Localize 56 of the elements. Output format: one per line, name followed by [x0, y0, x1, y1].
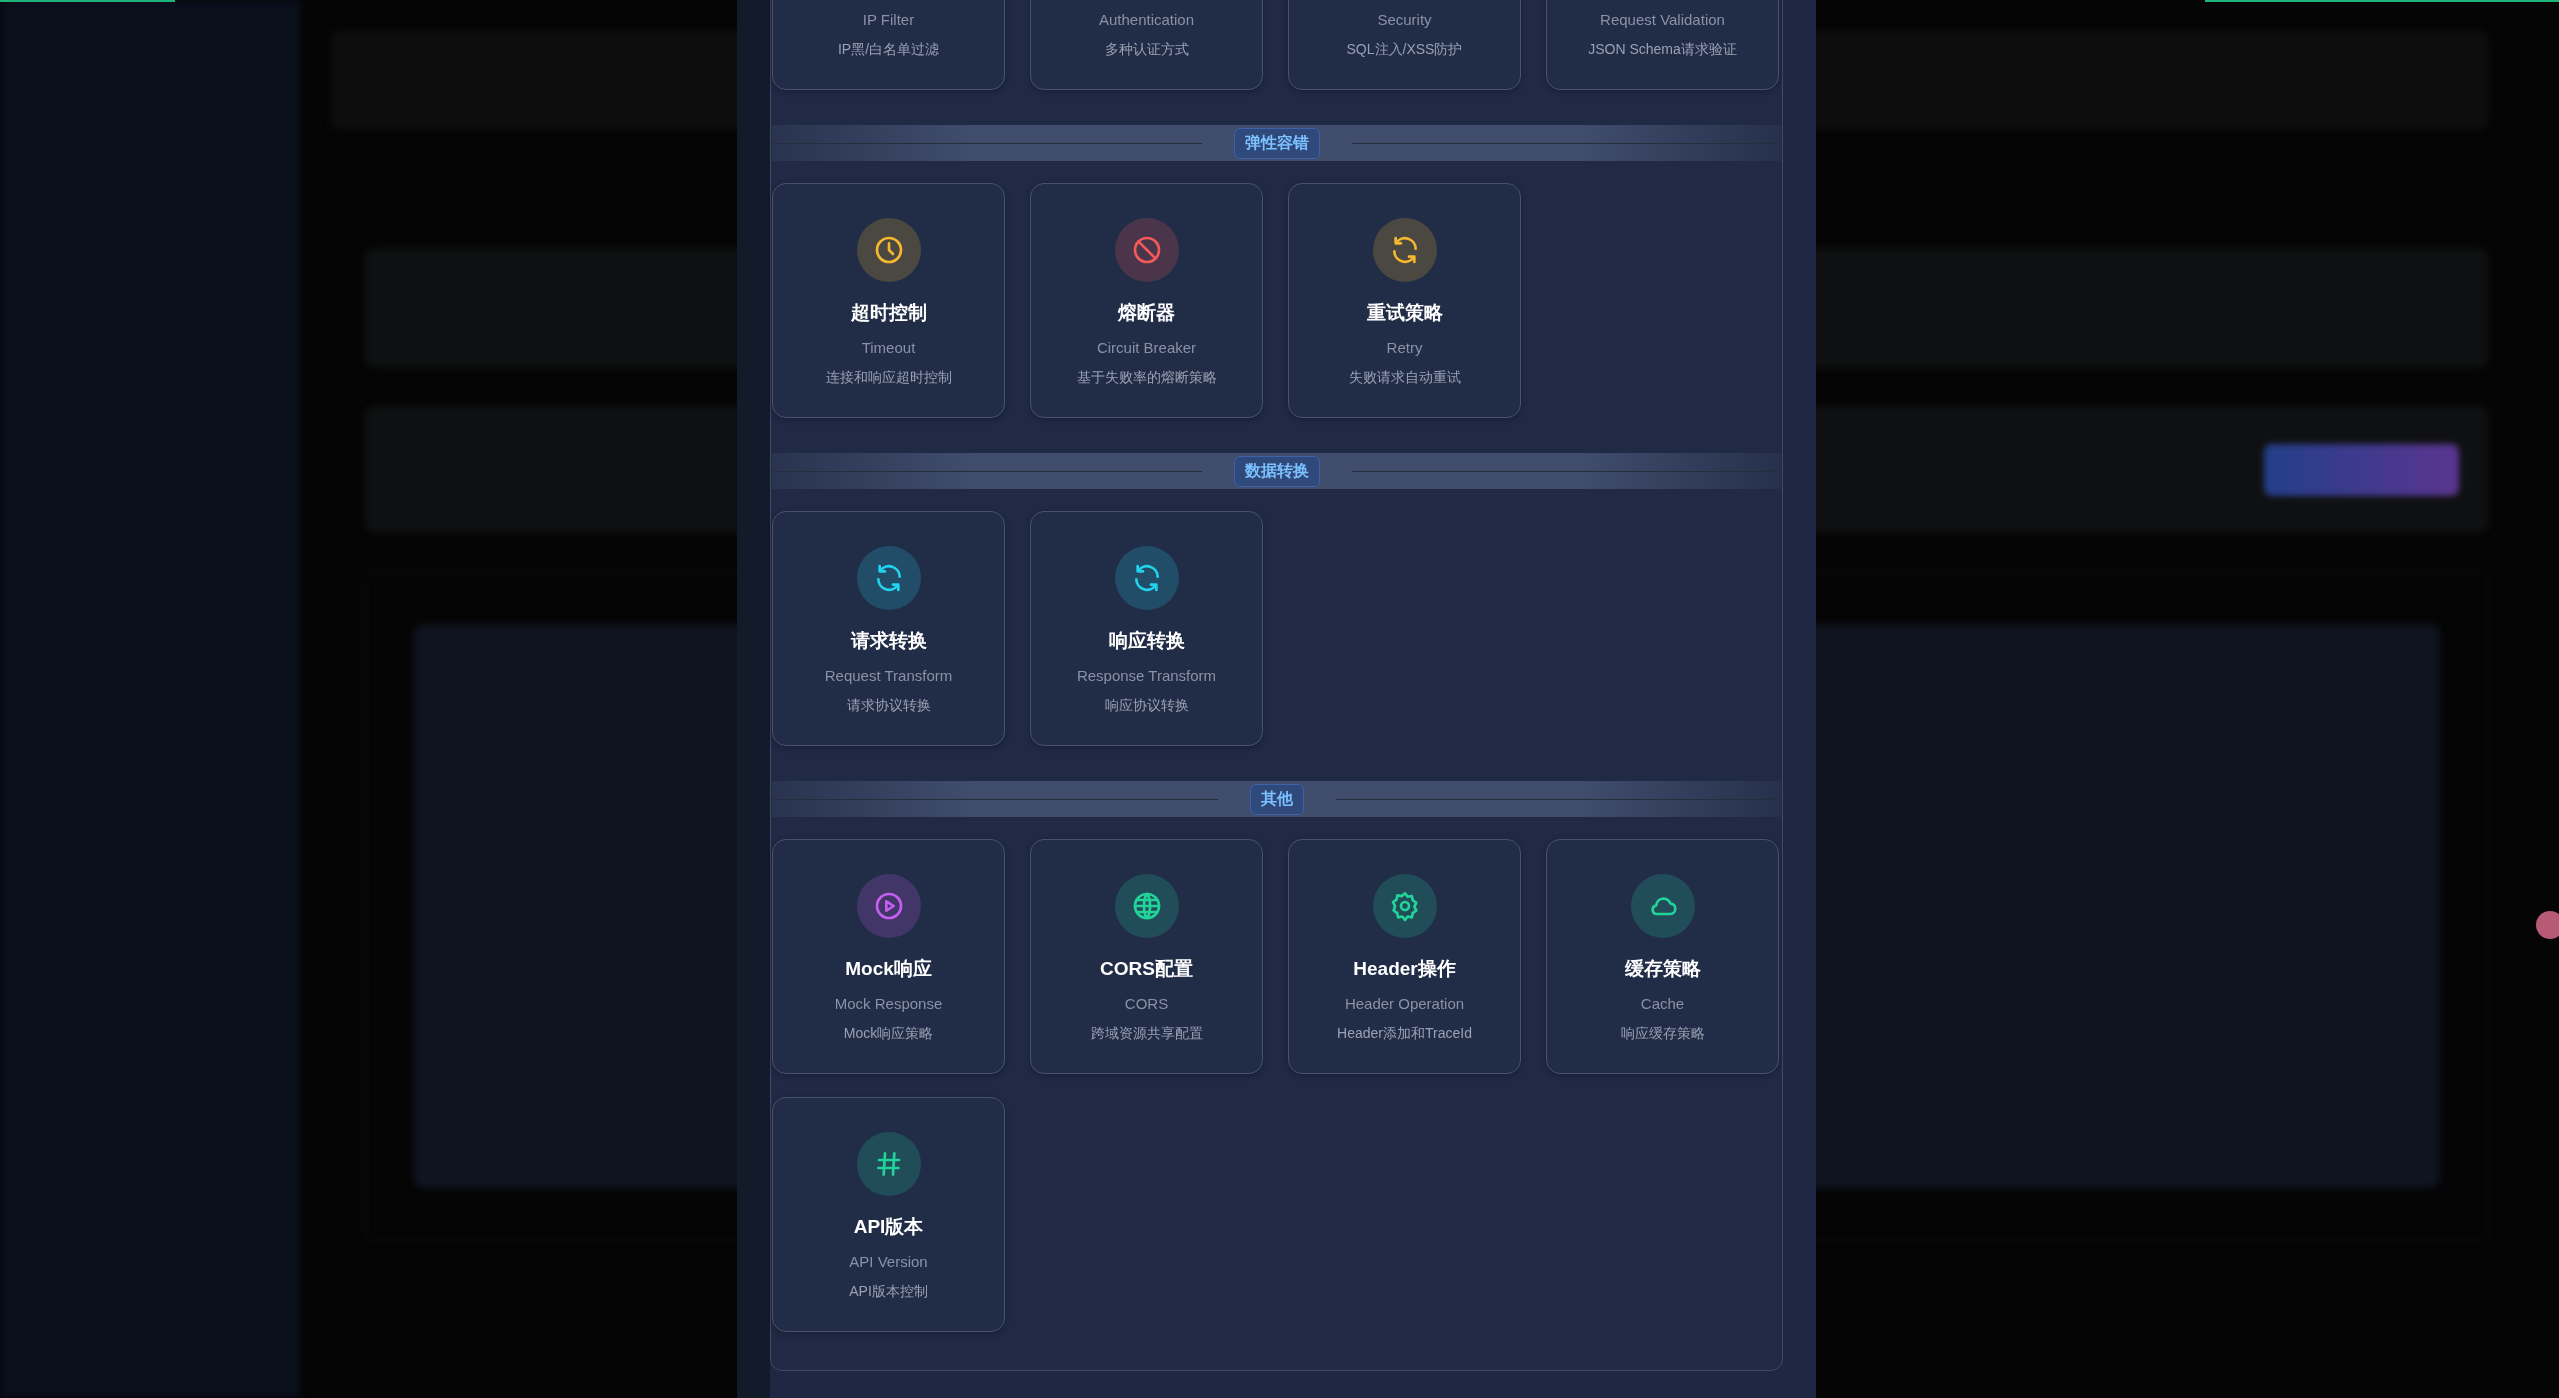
strategy-card[interactable]: 请求转换 Request Transform 请求协议转换 — [772, 511, 1005, 746]
card-subtitle: Response Transform — [1076, 667, 1217, 684]
card-description: 跨域资源共享配置 — [1090, 1025, 1203, 1043]
card-subtitle: Request Validation — [1600, 11, 1725, 28]
card-title: 重试策略 — [1366, 301, 1443, 325]
card-title: Header操作 — [1353, 957, 1456, 981]
card-title: 熔断器 — [1118, 301, 1175, 325]
strategy-card[interactable]: 重试策略 Retry 失败请求自动重试 — [1288, 183, 1521, 418]
section-label: 弹性容错 — [1233, 127, 1320, 159]
card-description: 基于失败率的熔断策略 — [1076, 369, 1217, 387]
strategy-card[interactable]: 超时控制 Timeout 连接和响应超时控制 — [772, 183, 1005, 418]
card-subtitle: Security — [1377, 11, 1432, 28]
card-subtitle: Header Operation — [1344, 995, 1465, 1012]
card-description: IP黑/白名单过滤 — [837, 41, 940, 59]
card-description: API版本控制 — [849, 1283, 928, 1301]
strategy-card[interactable]: Mock响应 Mock Response Mock响应策略 — [772, 839, 1005, 1074]
card-description: 连接和响应超时控制 — [825, 369, 952, 387]
card-description: 多种认证方式 — [1104, 41, 1189, 59]
card-description: 失败请求自动重试 — [1348, 369, 1461, 387]
strategy-card[interactable]: 响应转换 Response Transform 响应协议转换 — [1030, 511, 1263, 746]
card-title: 请求转换 — [850, 629, 927, 653]
card-title: 缓存策略 — [1624, 957, 1701, 981]
card-subtitle: Retry — [1386, 339, 1423, 356]
card-title: API版本 — [853, 1215, 924, 1239]
card-description: 响应缓存策略 — [1620, 1025, 1705, 1043]
strategy-card[interactable]: CORS配置 CORS 跨域资源共享配置 — [1030, 839, 1263, 1074]
card-subtitle: Cache — [1640, 995, 1685, 1012]
strategy-card[interactable]: 缓存策略 Cache 响应缓存策略 — [1546, 839, 1779, 1074]
card-subtitle: Request Transform — [824, 667, 953, 684]
card-subtitle: IP Filter — [862, 11, 915, 28]
section-label: 其他 — [1249, 783, 1304, 815]
card-subtitle: CORS — [1124, 995, 1169, 1012]
card-description: 请求协议转换 — [846, 697, 931, 715]
strategy-card[interactable]: API版本 API Version API版本控制 — [772, 1097, 1005, 1332]
card-subtitle: API Version — [849, 1253, 928, 1270]
card-description: JSON Schema请求验证 — [1588, 41, 1737, 59]
card-description: 响应协议转换 — [1104, 697, 1189, 715]
section-label: 数据转换 — [1233, 455, 1320, 487]
strategy-card[interactable]: Security SQL注入/XSS防护 — [1288, 0, 1521, 90]
card-subtitle: Circuit Breaker — [1096, 339, 1197, 356]
strategy-card[interactable]: Authentication 多种认证方式 — [1030, 0, 1263, 90]
strategy-card[interactable]: Request Validation JSON Schema请求验证 — [1546, 0, 1779, 90]
card-title: 超时控制 — [850, 301, 927, 325]
card-description: Mock响应策略 — [843, 1025, 934, 1043]
floating-action-button[interactable] — [2536, 911, 2559, 939]
strategy-card[interactable]: IP Filter IP黑/白名单过滤 — [772, 0, 1005, 90]
strategy-card[interactable]: Header操作 Header Operation Header添加和TraceId — [1288, 839, 1521, 1074]
card-subtitle: Authentication — [1098, 11, 1195, 28]
card-title: CORS配置 — [1100, 957, 1193, 981]
card-title: Mock响应 — [845, 957, 932, 981]
card-description: SQL注入/XSS防护 — [1346, 41, 1463, 59]
card-subtitle: Mock Response — [834, 995, 943, 1012]
strategy-card[interactable]: 熔断器 Circuit Breaker 基于失败率的熔断策略 — [1030, 183, 1263, 418]
card-title: 响应转换 — [1108, 629, 1185, 653]
card-description: Header添加和TraceId — [1337, 1025, 1472, 1043]
card-subtitle: Timeout — [861, 339, 916, 356]
